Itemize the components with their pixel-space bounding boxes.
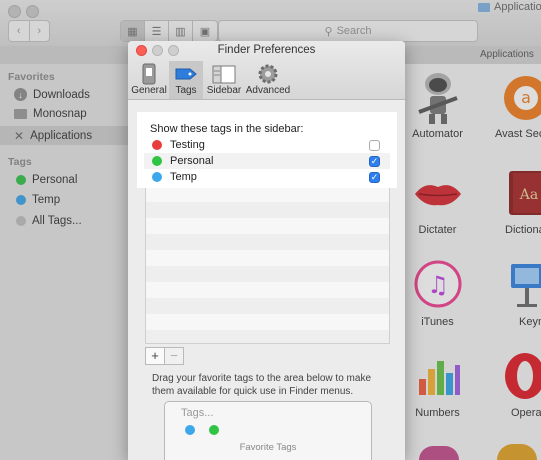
- tab-general[interactable]: General: [131, 61, 167, 99]
- tag-label: Personal: [170, 155, 214, 167]
- tag-icon: [175, 68, 197, 80]
- green-tag-dot-icon: [152, 156, 162, 166]
- add-tag-button[interactable]: +: [145, 347, 165, 365]
- preferences-toolbar: Finder Preferences General Tags Sidebar: [128, 41, 405, 100]
- favorite-tags-box[interactable]: Tags... Favorite Tags: [164, 401, 372, 460]
- favorite-tag-green-dot[interactable]: [209, 425, 219, 435]
- tab-sidebar[interactable]: Sidebar: [206, 61, 242, 99]
- tab-label: Tags: [175, 85, 197, 96]
- general-switch-icon: [142, 63, 156, 85]
- favorite-tags-label: Favorite Tags: [239, 442, 297, 453]
- tag-label: Temp: [170, 171, 197, 183]
- sidebar-icon: [212, 65, 236, 84]
- tag-row-personal[interactable]: Personal ✓: [144, 153, 390, 169]
- tag-row-temp[interactable]: Temp ✓: [144, 169, 390, 185]
- remove-tag-button[interactable]: −: [165, 347, 184, 365]
- finder-preferences-window: Finder Preferences General Tags Sidebar: [128, 41, 405, 460]
- tab-label: Advanced: [245, 85, 291, 96]
- red-tag-dot-icon: [152, 140, 162, 150]
- tab-advanced[interactable]: Advanced: [245, 61, 291, 99]
- tags-highlight-panel: Show these tags in the sidebar: Testing …: [137, 112, 397, 188]
- tag-checkbox-testing[interactable]: [369, 139, 380, 151]
- add-remove-buttons: + −: [145, 347, 184, 365]
- preferences-title: Finder Preferences: [217, 44, 316, 56]
- blue-tag-dot-icon: [152, 172, 162, 182]
- tag-row-testing[interactable]: Testing: [144, 137, 390, 153]
- tab-label: General: [131, 85, 167, 96]
- tag-checkbox-personal[interactable]: ✓: [369, 155, 380, 167]
- tag-rows: Testing Personal ✓ Temp ✓: [144, 137, 390, 185]
- favorite-tag-blue-dot[interactable]: [185, 425, 195, 435]
- favorite-tags-placeholder: Tags...: [181, 407, 214, 419]
- show-tags-heading: Show these tags in the sidebar:: [150, 123, 304, 135]
- tag-label: Testing: [170, 139, 205, 151]
- gear-icon: [258, 64, 278, 84]
- favorite-tags-instructions: Drag your favorite tags to the area belo…: [152, 373, 372, 397]
- tags-list: [145, 185, 390, 344]
- tab-label: Sidebar: [206, 85, 242, 96]
- tab-tags[interactable]: Tags: [169, 61, 203, 99]
- tag-checkbox-temp[interactable]: ✓: [369, 171, 380, 183]
